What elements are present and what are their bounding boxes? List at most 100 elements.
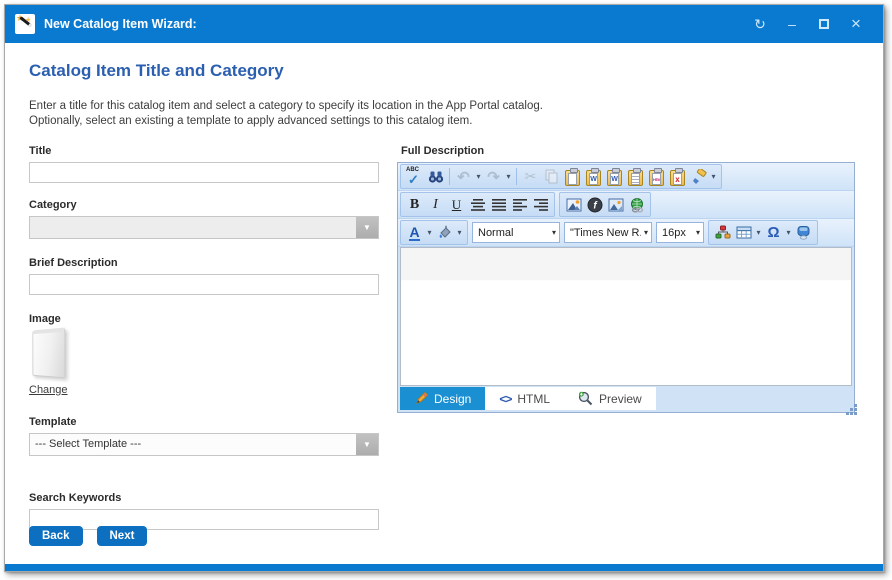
align-left-icon (512, 198, 528, 211)
category-label: Category (29, 199, 379, 211)
align-center-button[interactable] (467, 194, 488, 215)
paste-from-word-button[interactable]: W (583, 166, 604, 187)
flash-icon: f (587, 197, 603, 213)
image-icon (566, 198, 582, 212)
back-button[interactable]: Back (29, 526, 83, 546)
maximize-icon (819, 19, 829, 29)
html-letters: HTML (652, 173, 661, 185)
paste-as-html-button[interactable]: HTML (646, 166, 667, 187)
paste-button[interactable] (562, 166, 583, 187)
editor-toolbar-row3: A ▾ ▾ Normal ▾ (398, 219, 854, 247)
editor-content[interactable] (400, 247, 852, 386)
paste-strip-button[interactable]: x (667, 166, 688, 187)
next-button[interactable]: Next (97, 526, 148, 546)
module-icon (715, 225, 731, 240)
foreground-color-dropdown[interactable]: ▾ (425, 228, 434, 237)
paste-from-word-clean-icon: W (607, 170, 622, 186)
chevron-down-icon: ▾ (644, 228, 648, 237)
paste-as-html-icon: HTML (649, 170, 664, 186)
paste-plain-text-icon (628, 170, 643, 186)
paragraph-style-value: Normal (478, 227, 549, 239)
insert-symbol-button[interactable]: Ω (763, 222, 784, 243)
word-letter: W (610, 173, 619, 185)
redo-dropdown[interactable]: ▾ (504, 172, 513, 181)
toolbar-group-media: f (559, 192, 651, 217)
paragraph-style-select[interactable]: Normal ▾ (472, 222, 560, 243)
format-stripper-dropdown[interactable]: ▾ (709, 172, 718, 181)
underline-icon: U (452, 197, 461, 213)
titlebar: ★ ★ New Catalog Item Wizard: ↻ – × (5, 5, 883, 43)
editor-column: Full Description ABC ✓ (397, 145, 863, 413)
chevron-down-icon: ▾ (552, 228, 556, 237)
redo-button[interactable]: ↷ (483, 166, 504, 187)
form-column: Title Category ▼ Brief Description Image… (29, 145, 379, 530)
tab-preview[interactable]: Preview (564, 387, 656, 410)
tab-design[interactable]: Design (400, 387, 485, 410)
align-left-button[interactable] (509, 194, 530, 215)
align-right-icon (533, 198, 549, 211)
chevron-down-icon[interactable]: ▼ (356, 217, 378, 238)
maximize-button[interactable] (815, 15, 833, 33)
resize-grip[interactable] (847, 405, 848, 406)
module-manager-button[interactable] (712, 222, 733, 243)
template-select[interactable]: --- Select Template --- ▼ (29, 433, 379, 456)
find-replace-button[interactable] (425, 166, 446, 187)
brief-description-input[interactable] (29, 274, 379, 295)
title-label: Title (29, 145, 379, 157)
image-map-button[interactable] (605, 194, 626, 215)
insert-table-button[interactable] (733, 222, 754, 243)
hyperlink-manager-button[interactable] (626, 194, 647, 215)
format-stripper-button[interactable] (688, 166, 709, 187)
toolbar-group-format: B I U (400, 192, 555, 217)
page-description: Enter a title for this catalog item and … (29, 99, 543, 129)
paste-from-word-icon: W (586, 170, 601, 186)
insert-symbol-dropdown[interactable]: ▾ (784, 228, 793, 237)
chevron-down-icon: ▾ (696, 228, 700, 237)
background-color-dropdown[interactable]: ▾ (455, 228, 464, 237)
copy-icon (545, 169, 559, 184)
italic-button[interactable]: I (425, 194, 446, 215)
minimize-button[interactable]: – (783, 15, 801, 33)
paste-plain-text-button[interactable] (625, 166, 646, 187)
editor-mode-tabs: Design <> HTML (398, 386, 854, 412)
cut-button[interactable]: ✂ (520, 166, 541, 187)
title-input[interactable] (29, 162, 379, 183)
code-icon: <> (499, 392, 511, 406)
insert-snippet-button[interactable] (793, 222, 814, 243)
tab-html[interactable]: <> HTML (485, 387, 564, 410)
chevron-down-icon[interactable]: ▼ (356, 434, 378, 455)
tab-html-label: HTML (517, 392, 550, 406)
copy-button[interactable] (541, 166, 562, 187)
align-justify-icon (491, 198, 507, 211)
format-painter-icon (691, 169, 707, 185)
page-title: Catalog Item Title and Category (29, 61, 284, 81)
change-image-link[interactable]: Change (29, 384, 68, 396)
font-family-select[interactable]: "Times New R... ▾ (564, 222, 652, 243)
rich-text-editor: ABC ✓ ↶ ▾ ↷ (397, 162, 855, 413)
flash-manager-button[interactable]: f (584, 194, 605, 215)
hyperlink-icon (629, 197, 645, 213)
editor-content-band (401, 248, 851, 281)
window-bottom-border (5, 564, 883, 571)
image-manager-button[interactable] (563, 194, 584, 215)
insert-table-dropdown[interactable]: ▾ (754, 228, 763, 237)
refresh-button[interactable]: ↻ (751, 15, 769, 33)
undo-dropdown[interactable]: ▾ (474, 172, 483, 181)
background-color-button[interactable] (434, 222, 455, 243)
spellcheck-button[interactable]: ABC ✓ (404, 166, 425, 187)
align-justify-button[interactable] (488, 194, 509, 215)
font-size-select[interactable]: 16px ▾ (656, 222, 704, 243)
tab-preview-label: Preview (599, 392, 642, 406)
category-select[interactable]: ▼ (29, 216, 379, 239)
close-button[interactable]: × (847, 15, 865, 33)
snippet-icon (796, 225, 811, 240)
toolbar-separator (449, 168, 450, 185)
word-letter: W (589, 173, 598, 185)
paste-from-word-clean-button[interactable]: W (604, 166, 625, 187)
undo-button[interactable]: ↶ (453, 166, 474, 187)
foreground-color-button[interactable]: A (404, 222, 425, 243)
underline-button[interactable]: U (446, 194, 467, 215)
binoculars-icon (428, 170, 444, 184)
bold-button[interactable]: B (404, 194, 425, 215)
align-right-button[interactable] (530, 194, 551, 215)
